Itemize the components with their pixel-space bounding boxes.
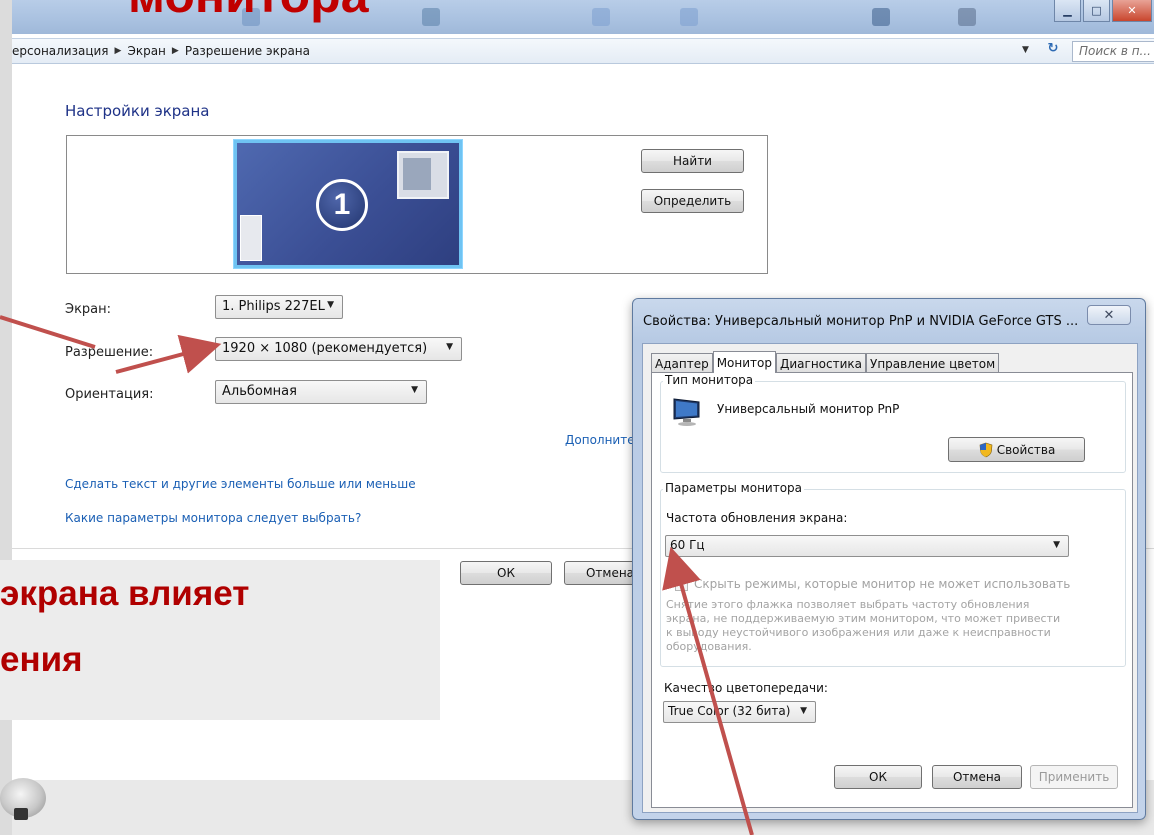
chevron-down-icon: ▼ xyxy=(327,300,334,310)
page-title: Настройки экрана xyxy=(65,102,210,120)
hide-modes-checkbox[interactable] xyxy=(675,578,688,591)
monitor-settings-legend: Параметры монитора xyxy=(663,481,805,495)
monitor-properties-button[interactable]: Свойства xyxy=(948,437,1085,462)
breadcrumb: ерсонализация ▶ Экран ▶ Разрешение экран… xyxy=(12,44,310,58)
help-line: экрана, не поддерживаемую этим монитором… xyxy=(666,612,1061,625)
close-window-button[interactable]: ✕ xyxy=(1112,0,1152,22)
dialog-ok-button[interactable]: ОК xyxy=(834,765,922,789)
chevron-right-icon: ▶ xyxy=(114,46,122,56)
titlebar-shortcut-icon xyxy=(422,8,440,26)
refresh-rate-select[interactable]: 60 Гц ▼ xyxy=(665,535,1069,557)
dialog-title: Свойства: Универсальный монитор PnP и NV… xyxy=(643,314,1079,329)
monitor-properties-button-label: Свойства xyxy=(996,442,1056,457)
monitor-number-badge: 1 xyxy=(316,179,368,231)
monitor-icon xyxy=(673,398,700,426)
help-line: Снятие этого флажка позволяет выбрать ча… xyxy=(666,598,1030,611)
titlebar-shortcut-icon xyxy=(680,8,698,26)
find-button[interactable]: Найти xyxy=(641,149,744,173)
monitor-properties-dialog: Свойства: Универсальный монитор PnP и NV… xyxy=(632,298,1146,820)
chevron-down-icon: ▼ xyxy=(446,342,453,352)
address-bar[interactable]: ерсонализация ▶ Экран ▶ Разрешение экран… xyxy=(12,38,1154,64)
monitor-settings-help-link[interactable]: Какие параметры монитора следует выбрать… xyxy=(65,511,361,525)
ok-button[interactable]: ОК xyxy=(460,561,552,585)
screen-select-value: 1. Philips 227EL xyxy=(222,299,325,314)
resolution-select-value: 1920 × 1080 (рекомендуется) xyxy=(222,341,428,356)
help-line: оборудования. xyxy=(666,640,752,653)
titlebar-shortcut-icon xyxy=(958,8,976,26)
monitor-type-group: Тип монитора Универсальный монитор PnP С… xyxy=(660,373,1126,473)
tab-diagnostics[interactable]: Диагностика xyxy=(776,353,867,373)
dialog-close-button[interactable]: ✕ xyxy=(1087,305,1131,325)
monitor-settings-group: Параметры монитора Частота обновления эк… xyxy=(660,481,1126,667)
chevron-right-icon: ▶ xyxy=(171,46,179,56)
search-input[interactable]: Поиск в п... xyxy=(1072,41,1154,62)
tab-monitor[interactable]: Монитор xyxy=(712,351,776,373)
maximize-button[interactable]: □ xyxy=(1083,0,1110,22)
disc-icon xyxy=(0,778,46,820)
tab-color-management[interactable]: Управление цветом xyxy=(866,353,1000,373)
dialog-body: Адаптер Монитор Диагностика Управление ц… xyxy=(642,343,1138,813)
slide-text-line2: ения xyxy=(0,640,83,679)
breadcrumb-item-personalization[interactable]: ерсонализация xyxy=(12,44,109,58)
refresh-rate-value: 60 Гц xyxy=(670,538,705,552)
tab-panel-monitor: Тип монитора Универсальный монитор PnP С… xyxy=(651,372,1133,808)
breadcrumb-item-resolution[interactable]: Разрешение экрана xyxy=(185,44,310,58)
tab-strip: Адаптер Монитор Диагностика Управление ц… xyxy=(651,351,1000,373)
color-quality-label: Качество цветопередачи: xyxy=(664,681,828,695)
monitor-name: Универсальный монитор PnP xyxy=(717,402,900,416)
text-size-link[interactable]: Сделать текст и другие элементы больше и… xyxy=(65,477,416,491)
titlebar-shortcut-icon xyxy=(592,8,610,26)
slide-text-line1: экрана влияет xyxy=(0,574,250,613)
chevron-down-icon: ▼ xyxy=(1053,540,1060,550)
window-thumbnail-icon xyxy=(240,215,262,261)
screen-label: Экран: xyxy=(65,302,112,317)
refresh-icon[interactable]: ↻ xyxy=(1040,41,1066,61)
monitor-preview-graphic[interactable]: 1 xyxy=(234,140,462,268)
color-quality-select[interactable]: True Color (32 бита) ▼ xyxy=(663,701,816,723)
color-quality-value: True Color (32 бита) xyxy=(668,704,791,718)
help-line: к выводу неустойчивого изображения или д… xyxy=(666,626,1051,639)
dialog-apply-button[interactable]: Применить xyxy=(1030,765,1118,789)
dialog-cancel-button[interactable]: Отмена xyxy=(932,765,1022,789)
minimize-button[interactable]: ▁ xyxy=(1054,0,1081,22)
hide-modes-help-text: Снятие этого флажка позволяет выбрать ча… xyxy=(666,598,1060,654)
orientation-select[interactable]: Альбомная ▼ xyxy=(215,380,427,404)
refresh-rate-label: Частота обновления экрана: xyxy=(666,511,848,525)
chevron-down-icon: ▼ xyxy=(411,385,418,395)
window-thumbnail-icon xyxy=(397,151,449,199)
orientation-select-value: Альбомная xyxy=(222,384,297,399)
tab-adapter[interactable]: Адаптер xyxy=(651,353,713,373)
window-controls: ▁ □ ✕ xyxy=(1054,0,1154,26)
breadcrumb-item-display[interactable]: Экран xyxy=(127,44,165,58)
resolution-select[interactable]: 1920 × 1080 (рекомендуется) ▼ xyxy=(215,337,462,361)
display-preview: 1 Найти Определить xyxy=(66,135,768,274)
uac-shield-icon xyxy=(979,442,993,457)
slide-title-fragment: монитора xyxy=(128,0,369,24)
hide-modes-label: Скрыть режимы, которые монитор не может … xyxy=(694,577,1071,591)
resolution-label: Разрешение: xyxy=(65,345,154,360)
screen-select[interactable]: 1. Philips 227EL ▼ xyxy=(215,295,343,319)
identify-button[interactable]: Определить xyxy=(641,189,744,213)
chevron-down-icon: ▼ xyxy=(800,706,807,716)
orientation-label: Ориентация: xyxy=(65,387,154,402)
monitor-type-legend: Тип монитора xyxy=(663,373,756,387)
titlebar-shortcut-icon xyxy=(872,8,890,26)
address-dropdown-icon[interactable]: ▼ xyxy=(1022,45,1029,55)
